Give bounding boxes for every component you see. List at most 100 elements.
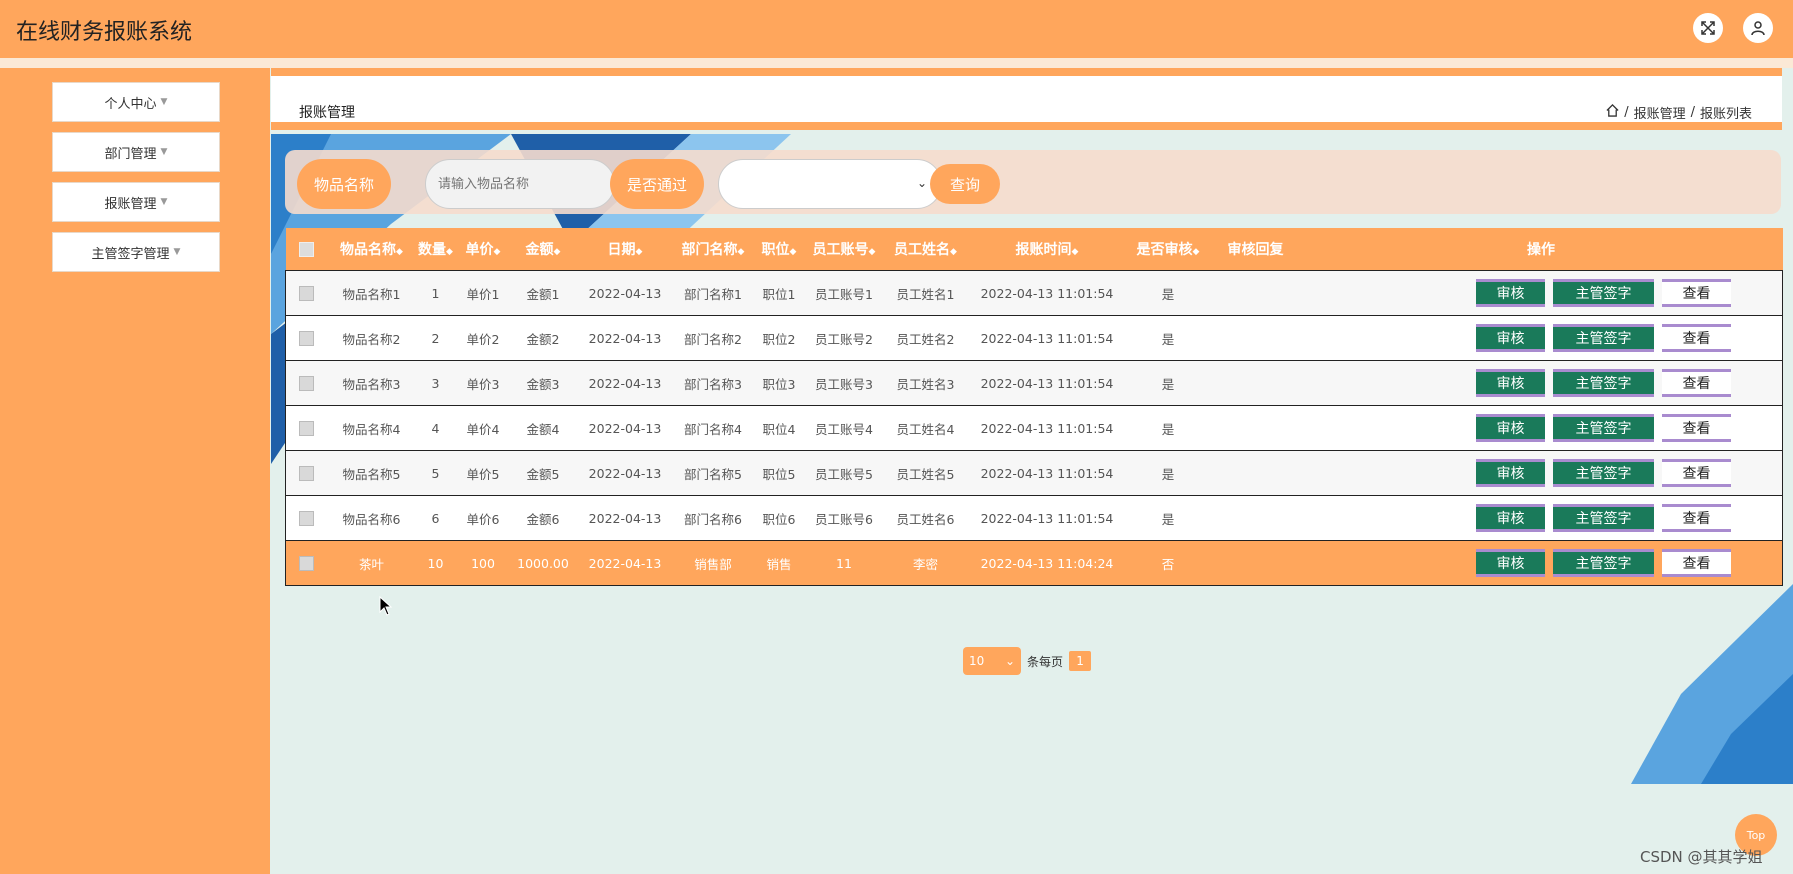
query-button[interactable]: 查询 <box>930 164 1000 204</box>
col-quantity[interactable]: 数量◆ <box>415 228 456 271</box>
view-button[interactable]: 查看 <box>1662 279 1731 307</box>
breadcrumb: / 报账管理 / 报账列表 <box>1606 103 1752 122</box>
col-position[interactable]: 职位◆ <box>751 228 807 271</box>
select-all-checkbox[interactable] <box>285 228 328 271</box>
supervisor-sign-button[interactable]: 主管签字 <box>1553 549 1654 577</box>
user-icon[interactable] <box>1743 13 1773 43</box>
cell-employee-name: 员工姓名2 <box>881 315 970 361</box>
supervisor-sign-button[interactable]: 主管签字 <box>1553 369 1654 397</box>
view-button[interactable]: 查看 <box>1662 414 1731 442</box>
cell-position: 职位2 <box>751 315 807 361</box>
cell-position: 职位5 <box>751 450 807 496</box>
cell-employee-name: 员工姓名3 <box>881 360 970 406</box>
item-name-label: 物品名称 <box>297 159 391 209</box>
cell-employee-account: 员工账号4 <box>806 405 882 451</box>
row-checkbox[interactable] <box>285 405 328 451</box>
cell-department: 部门名称2 <box>674 315 752 361</box>
col-audit-reply: 审核回复 <box>1211 228 1300 271</box>
chevron-down-icon: ⌄ <box>916 176 927 190</box>
row-checkbox[interactable] <box>285 450 328 496</box>
cell-reimburse-time: 2022-04-13 11:01:54 <box>969 315 1125 361</box>
cell-quantity: 1 <box>415 270 456 316</box>
audit-button[interactable]: 审核 <box>1476 369 1545 397</box>
col-department[interactable]: 部门名称◆ <box>674 228 752 271</box>
cell-reimburse-time: 2022-04-13 11:01:54 <box>969 450 1125 496</box>
view-button[interactable]: 查看 <box>1662 549 1731 577</box>
cell-employee-name: 员工姓名4 <box>881 405 970 451</box>
col-employee-account[interactable]: 员工账号◆ <box>806 228 882 271</box>
row-checkbox[interactable] <box>285 495 328 541</box>
col-amount[interactable]: 金额◆ <box>510 228 576 271</box>
cell-date: 2022-04-13 <box>575 540 675 586</box>
sort-icon: ◆ <box>553 247 561 257</box>
fullscreen-icon[interactable] <box>1693 13 1723 43</box>
view-button[interactable]: 查看 <box>1662 324 1731 352</box>
item-name-input[interactable] <box>425 159 615 209</box>
audit-button[interactable]: 审核 <box>1476 549 1545 577</box>
audit-button[interactable]: 审核 <box>1476 414 1545 442</box>
cell-date: 2022-04-13 <box>575 360 675 406</box>
sort-icon: ◆ <box>446 247 453 257</box>
table-body: 物品名称1 1 单价1 金额1 2022-04-13 部门名称1 职位1 员工账号1 员工姓名1… <box>285 270 1783 586</box>
page-number-button[interactable]: 1 <box>1069 651 1092 671</box>
cell-unit-price: 单价6 <box>455 495 511 541</box>
cell-unit-price: 单价3 <box>455 360 511 406</box>
sidebar-item-department[interactable]: 部门管理 ▼ <box>52 132 220 172</box>
approved-select[interactable]: ⌄ <box>718 159 942 209</box>
cell-actions: 审核 主管签字 查看 <box>1299 270 1783 316</box>
audit-button[interactable]: 审核 <box>1476 504 1545 532</box>
breadcrumb-item[interactable]: 报账管理 <box>1634 103 1686 122</box>
sort-icon: ◆ <box>396 247 403 257</box>
col-audited[interactable]: 是否审核◆ <box>1124 228 1212 271</box>
row-checkbox[interactable] <box>285 360 328 406</box>
cell-audited: 否 <box>1124 540 1212 586</box>
page-size-select[interactable]: 10 ⌄ <box>963 647 1021 675</box>
cell-employee-name: 李密 <box>881 540 970 586</box>
cell-item-name: 物品名称1 <box>327 270 416 316</box>
audit-button[interactable]: 审核 <box>1476 324 1545 352</box>
col-unit-price[interactable]: 单价◆ <box>455 228 511 271</box>
col-date[interactable]: 日期◆ <box>575 228 675 271</box>
cell-audit-reply <box>1211 360 1300 406</box>
row-checkbox[interactable] <box>285 540 328 586</box>
cell-quantity: 3 <box>415 360 456 406</box>
cell-quantity: 10 <box>415 540 456 586</box>
cell-quantity: 2 <box>415 315 456 361</box>
sidebar-item-personal-center[interactable]: 个人中心 ▼ <box>52 82 220 122</box>
col-reimburse-time[interactable]: 报账时间◆ <box>969 228 1125 271</box>
view-button[interactable]: 查看 <box>1662 369 1731 397</box>
cell-employee-account: 员工账号6 <box>806 495 882 541</box>
view-button[interactable]: 查看 <box>1662 459 1731 487</box>
cell-position: 职位3 <box>751 360 807 406</box>
row-checkbox[interactable] <box>285 270 328 316</box>
cell-unit-price: 单价4 <box>455 405 511 451</box>
cell-department: 部门名称1 <box>674 270 752 316</box>
table-row: 物品名称6 6 单价6 金额6 2022-04-13 部门名称6 职位6 员工账号6 员工姓名6… <box>285 495 1783 541</box>
home-icon[interactable] <box>1606 104 1619 121</box>
cell-audited: 是 <box>1124 360 1212 406</box>
cell-unit-price: 单价1 <box>455 270 511 316</box>
sort-icon: ◆ <box>789 247 797 257</box>
audit-button[interactable]: 审核 <box>1476 279 1545 307</box>
supervisor-sign-button[interactable]: 主管签字 <box>1553 504 1654 532</box>
cell-amount: 1000.00 <box>510 540 576 586</box>
audit-button[interactable]: 审核 <box>1476 459 1545 487</box>
row-checkbox[interactable] <box>285 315 328 361</box>
sort-icon: ◆ <box>1071 247 1079 257</box>
col-employee-name[interactable]: 员工姓名◆ <box>881 228 970 271</box>
chevron-down-icon: ▼ <box>173 247 181 257</box>
supervisor-sign-button[interactable]: 主管签字 <box>1553 279 1654 307</box>
sidebar-item-supervisor-sign[interactable]: 主管签字管理 ▼ <box>52 232 220 272</box>
cell-position: 职位1 <box>751 270 807 316</box>
cell-amount: 金额5 <box>510 450 576 496</box>
sidebar-item-reimbursement[interactable]: 报账管理 ▼ <box>52 182 220 222</box>
cell-reimburse-time: 2022-04-13 11:01:54 <box>969 405 1125 451</box>
chevron-down-icon: ⌄ <box>1004 654 1015 668</box>
view-button[interactable]: 查看 <box>1662 504 1731 532</box>
supervisor-sign-button[interactable]: 主管签字 <box>1553 459 1654 487</box>
supervisor-sign-button[interactable]: 主管签字 <box>1553 324 1654 352</box>
cell-audited: 是 <box>1124 495 1212 541</box>
pagination: 10 ⌄ 条每页 1 <box>963 647 1092 675</box>
supervisor-sign-button[interactable]: 主管签字 <box>1553 414 1654 442</box>
col-item-name[interactable]: 物品名称◆ <box>327 228 416 271</box>
